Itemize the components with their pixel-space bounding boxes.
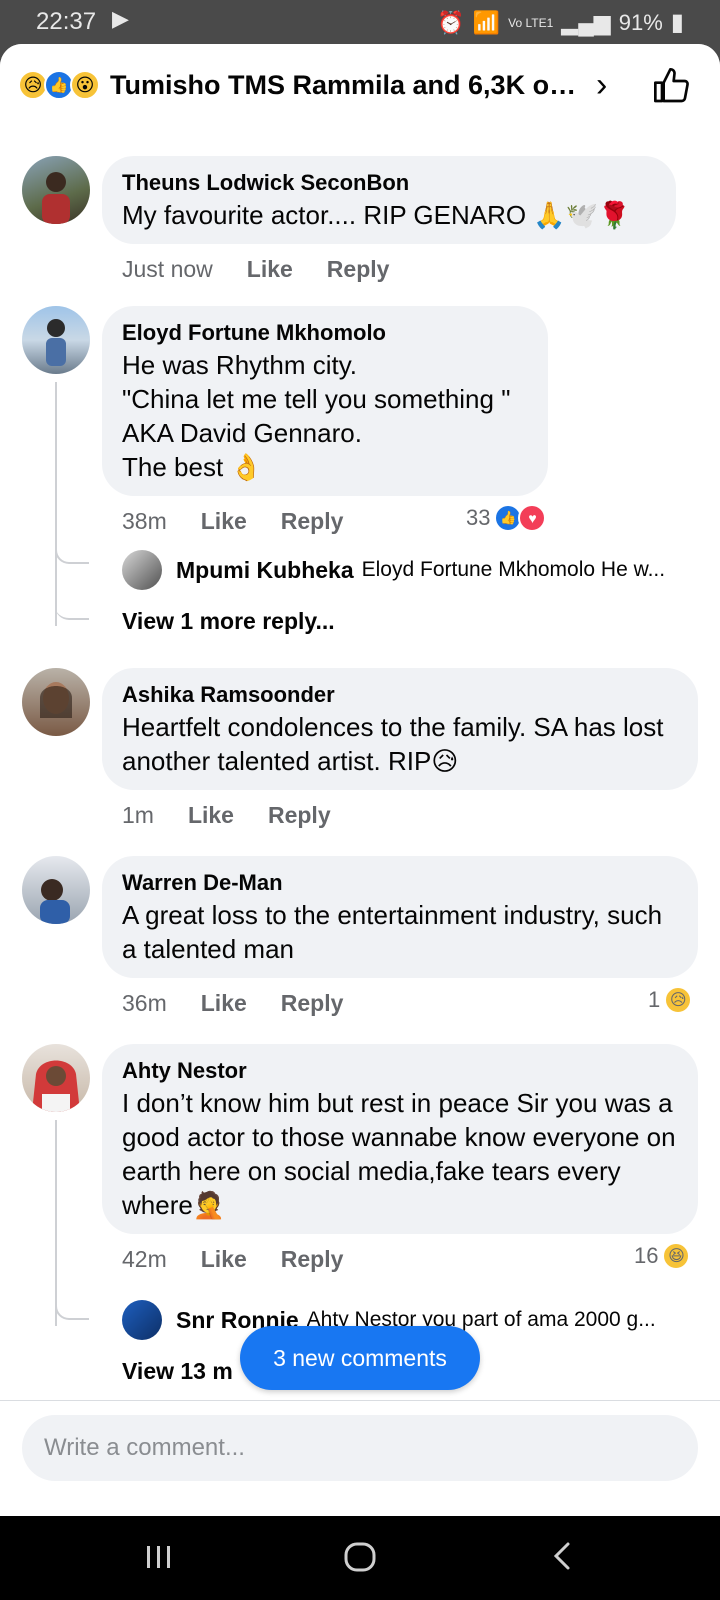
- system-nav-bar: [0, 1516, 720, 1600]
- reaction-count[interactable]: 16 😆: [634, 1242, 691, 1270]
- comment-actions: 1m Like Reply: [122, 802, 331, 829]
- thread-elbow: [55, 1306, 89, 1320]
- avatar[interactable]: [122, 550, 162, 590]
- reaction-count-value: 1: [648, 987, 661, 1012]
- comment-text: He was Rhythm city. "China let me tell y…: [122, 350, 511, 482]
- reaction-count[interactable]: 33 👍 ♥: [466, 504, 547, 532]
- network-label: Vo LTE1: [508, 15, 554, 30]
- reactions-title[interactable]: Tumisho TMS Rammila and 6,3K ot...: [110, 70, 580, 101]
- comment-time: 1m: [122, 802, 154, 828]
- like-button[interactable]: Like: [247, 256, 293, 283]
- avatar[interactable]: [22, 668, 90, 736]
- reaction-count-value: 16: [634, 1243, 659, 1268]
- reaction-count-value: 33: [466, 505, 491, 530]
- wow-reaction-icon: 😮: [70, 70, 100, 100]
- reply-button[interactable]: Reply: [327, 256, 390, 283]
- reply-preview[interactable]: Mpumi Kubheka Eloyd Fortune Mkhomolo He …: [122, 550, 702, 590]
- wifi-icon: 📶: [472, 9, 501, 35]
- comment-time: 38m: [122, 508, 167, 534]
- like-button[interactable]: Like: [201, 508, 247, 535]
- comment-text: I don’t know him but rest in peace Sir y…: [122, 1088, 676, 1220]
- comment-bubble[interactable]: Ahty Nestor I don’t know him but rest in…: [102, 1044, 698, 1234]
- comment-author[interactable]: Theuns Lodwick SeconBon: [122, 168, 656, 198]
- signal-icon: ▂▄▆: [561, 9, 611, 35]
- avatar-photo: [40, 682, 72, 718]
- sad-reaction-icon: 😥: [664, 986, 693, 1014]
- love-reaction-icon: ♥: [518, 504, 547, 532]
- new-comments-button[interactable]: 3 new comments: [240, 1326, 480, 1390]
- comment-author[interactable]: Warren De-Man: [122, 868, 678, 898]
- like-icon[interactable]: [652, 66, 692, 106]
- comment-time: Just now: [122, 256, 213, 282]
- reply-button[interactable]: Reply: [281, 990, 344, 1017]
- comment-author[interactable]: Ashika Ramsoonder: [122, 680, 678, 710]
- view-more-replies-button[interactable]: View 1 more reply...: [122, 608, 335, 635]
- comment-input[interactable]: [22, 1415, 698, 1481]
- comment-bubble[interactable]: Theuns Lodwick SeconBon My favourite act…: [102, 156, 676, 244]
- reaction-count[interactable]: 1 😥: [648, 986, 693, 1014]
- back-icon[interactable]: [548, 1536, 578, 1576]
- reply-button[interactable]: Reply: [281, 1246, 344, 1273]
- reply-text: Eloyd Fortune Mkhomolo He w...: [361, 558, 666, 581]
- comment-time: 42m: [122, 1246, 167, 1272]
- battery-icon: ▮: [670, 9, 684, 36]
- comment-bubble[interactable]: Ashika Ramsoonder Heartfelt condolences …: [102, 668, 698, 790]
- comment-text: A great loss to the entertainment indust…: [122, 900, 663, 964]
- comment-text: Heartfelt condolences to the family. SA …: [122, 712, 664, 776]
- comment-actions: 38m Like Reply: [122, 508, 343, 535]
- reactions-summary[interactable]: 😥 👍 😮: [18, 70, 100, 100]
- comment-composer: [0, 1400, 720, 1516]
- comment-bubble[interactable]: Warren De-Man A great loss to the entert…: [102, 856, 698, 978]
- like-button[interactable]: Like: [201, 1246, 247, 1273]
- reply-author[interactable]: Mpumi Kubheka: [176, 557, 354, 584]
- avatar-photo: [42, 172, 70, 224]
- avatar[interactable]: [22, 306, 90, 374]
- avatar[interactable]: [22, 156, 90, 224]
- reactions-header[interactable]: 😥 👍 😮 Tumisho TMS Rammila and 6,3K ot...…: [0, 44, 720, 120]
- like-button[interactable]: Like: [201, 990, 247, 1017]
- comment-author[interactable]: Eloyd Fortune Mkhomolo: [122, 318, 528, 348]
- battery-percent: 91%: [618, 9, 663, 35]
- status-bar: 22:37 ▶ ⏰ 📶 Vo LTE1 ▂▄▆ 91% ▮: [0, 0, 720, 46]
- avatar[interactable]: [22, 856, 90, 924]
- comment-author[interactable]: Ahty Nestor: [122, 1056, 678, 1086]
- thread-elbow: [55, 600, 89, 620]
- alarm-icon: ⏰: [437, 9, 465, 35]
- comment-text: My favourite actor.... RIP GENARO 🙏🕊️🌹: [122, 200, 631, 230]
- comment-bubble[interactable]: Eloyd Fortune Mkhomolo He was Rhythm cit…: [102, 306, 548, 496]
- like-button[interactable]: Like: [188, 802, 234, 829]
- avatar-photo: [46, 319, 66, 366]
- thread-line: [55, 382, 57, 626]
- thread-line: [55, 1120, 57, 1326]
- avatar[interactable]: [22, 1044, 90, 1112]
- comment-actions: Just now Like Reply: [122, 256, 389, 283]
- reply-button[interactable]: Reply: [281, 508, 344, 535]
- comments-sheet: 😥 👍 😮 Tumisho TMS Rammila and 6,3K ot...…: [0, 44, 720, 1516]
- cast-icon: ▶: [112, 6, 129, 31]
- chevron-right-icon[interactable]: ›: [596, 66, 607, 105]
- haha-reaction-icon: 😆: [662, 1242, 691, 1270]
- reply-button[interactable]: Reply: [268, 802, 331, 829]
- comments-feed[interactable]: Theuns Lodwick SeconBon My favourite act…: [0, 120, 720, 1400]
- recent-apps-icon[interactable]: [144, 1536, 174, 1576]
- status-icons: ⏰ 📶 Vo LTE1 ▂▄▆ 91% ▮: [437, 8, 684, 37]
- comment-actions: 36m Like Reply: [122, 990, 343, 1017]
- status-time: 22:37: [36, 8, 97, 35]
- comment-actions: 42m Like Reply: [122, 1246, 343, 1273]
- home-icon[interactable]: [340, 1536, 380, 1576]
- view-more-replies-button[interactable]: View 13 m: [122, 1358, 233, 1385]
- avatar-photo: [32, 1060, 80, 1112]
- comment-time: 36m: [122, 990, 167, 1016]
- avatar[interactable]: [122, 1300, 162, 1340]
- thread-elbow: [55, 550, 89, 564]
- avatar-photo: [40, 879, 70, 924]
